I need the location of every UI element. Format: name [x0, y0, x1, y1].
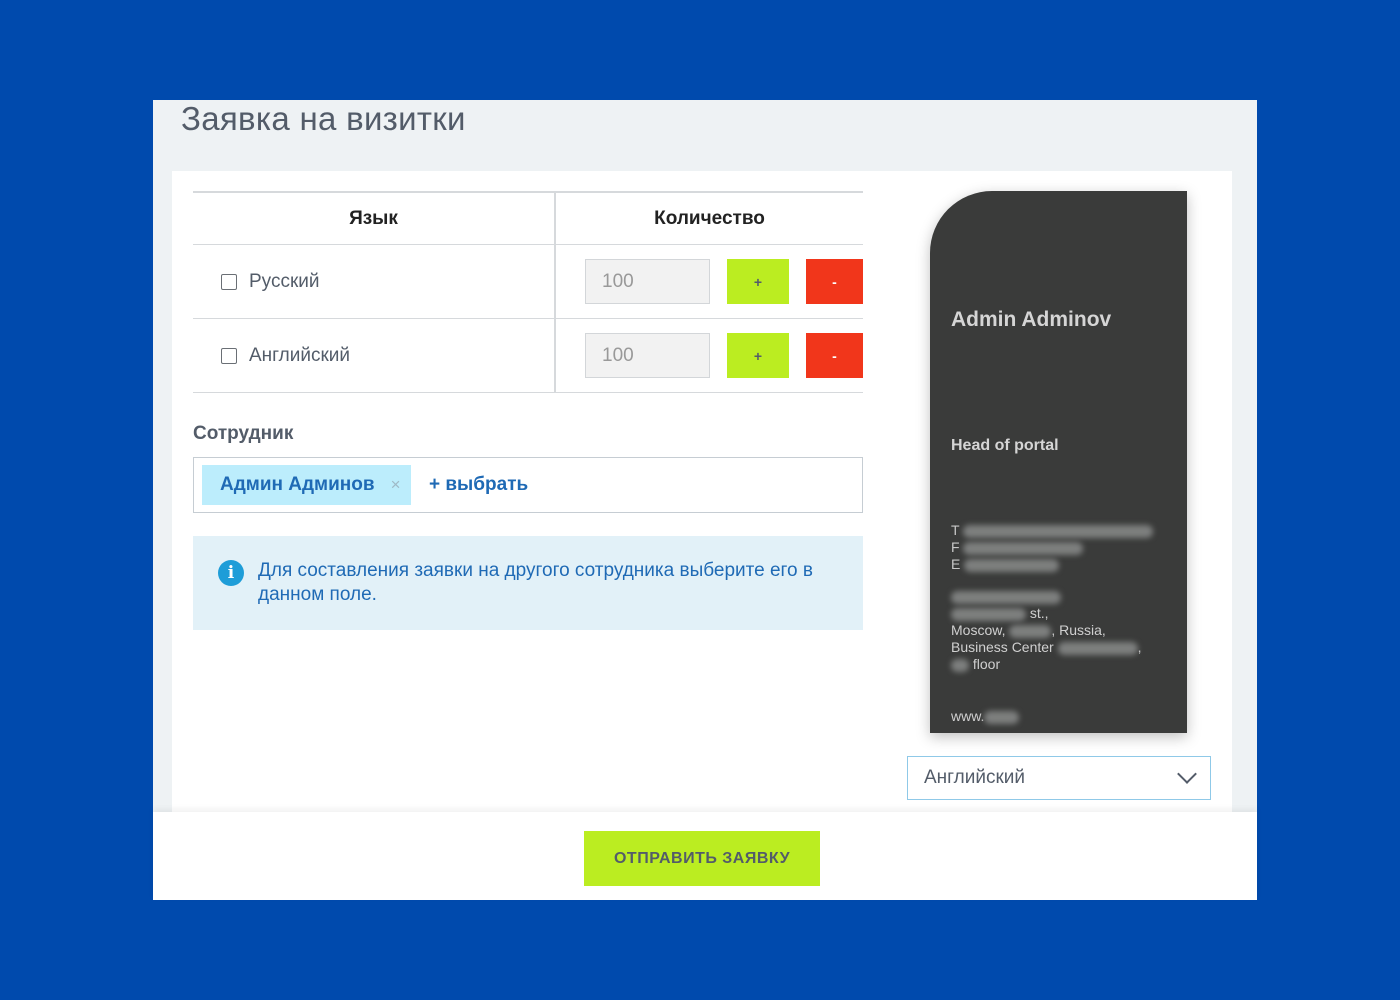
card-website: www.	[951, 708, 1020, 724]
redacted-value	[1057, 641, 1138, 655]
info-notice: i Для составления заявки на другого сотр…	[193, 536, 863, 630]
redacted-value	[951, 658, 969, 672]
employee-label: Сотрудник	[193, 423, 294, 444]
card-address: st., Moscow, , Russia, Business Center ,…	[951, 588, 1171, 673]
page-title: Заявка на визитки	[181, 100, 466, 137]
table-row: Английский + -	[193, 318, 863, 393]
language-label: Английский	[249, 344, 351, 366]
employee-name: Админ Админов	[220, 474, 375, 495]
card-language-select[interactable]: Английский	[907, 756, 1211, 800]
card-name: Admin Adminov	[951, 308, 1112, 331]
web-prefix: www.	[951, 708, 985, 724]
redacted-value	[1009, 624, 1052, 638]
header-language: Язык	[193, 191, 556, 245]
redacted-value	[951, 607, 1026, 621]
redacted-value	[951, 590, 1061, 604]
employee-tag[interactable]: Админ Админов ×	[202, 465, 411, 505]
decrease-button[interactable]: -	[806, 333, 863, 378]
select-value: Английский	[924, 767, 1026, 788]
address-bc: Business Center	[951, 639, 1054, 655]
form-panel: Язык Количество Русский +	[172, 171, 1232, 816]
close-icon[interactable]: ×	[391, 475, 401, 495]
info-icon: i	[218, 560, 244, 586]
checkbox[interactable]	[221, 273, 237, 290]
card-contacts: T F E	[951, 522, 1154, 573]
address-comma: ,	[1137, 639, 1142, 655]
address-street: st.,	[1029, 605, 1049, 621]
request-window: Заявка на визитки Язык Количество Русски…	[153, 100, 1257, 900]
address-floor: floor	[972, 656, 1001, 672]
redacted-value	[984, 710, 1020, 724]
fax-label: F	[951, 539, 960, 555]
footer-bar: ОТПРАВИТЬ ЗАЯВКУ	[153, 812, 1257, 900]
submit-request-button[interactable]: ОТПРАВИТЬ ЗАЯВКУ	[584, 831, 820, 886]
increase-button[interactable]: +	[727, 333, 789, 378]
info-text: Для составления заявки на другого сотруд…	[258, 560, 813, 605]
address-city: Moscow,	[951, 622, 1006, 638]
header-quantity: Количество	[555, 191, 863, 245]
language-checkbox-english[interactable]: Английский	[221, 345, 554, 367]
phone-label: T	[951, 522, 960, 538]
quantity-input[interactable]	[585, 333, 710, 378]
choose-employee-link[interactable]: + выбрать	[429, 474, 528, 496]
employee-selector[interactable]: Админ Админов × + выбрать	[193, 457, 863, 513]
language-table: Язык Количество Русский +	[193, 191, 863, 393]
increase-button[interactable]: +	[727, 259, 789, 304]
language-checkbox-russian[interactable]: Русский	[221, 271, 554, 293]
language-label: Русский	[249, 270, 320, 292]
card-position: Head of portal	[951, 437, 1059, 454]
redacted-value	[963, 541, 1084, 555]
chevron-down-icon	[1177, 764, 1197, 784]
business-card-preview: Admin Adminov Head of portal T F E st., …	[930, 191, 1187, 733]
decrease-button[interactable]: -	[806, 259, 863, 304]
quantity-input[interactable]	[585, 259, 710, 304]
redacted-value	[963, 524, 1154, 538]
redacted-value	[964, 558, 1060, 572]
address-country: , Russia,	[1051, 622, 1106, 638]
checkbox[interactable]	[221, 347, 237, 364]
email-label: E	[951, 556, 961, 572]
table-row: Русский + -	[193, 244, 863, 319]
